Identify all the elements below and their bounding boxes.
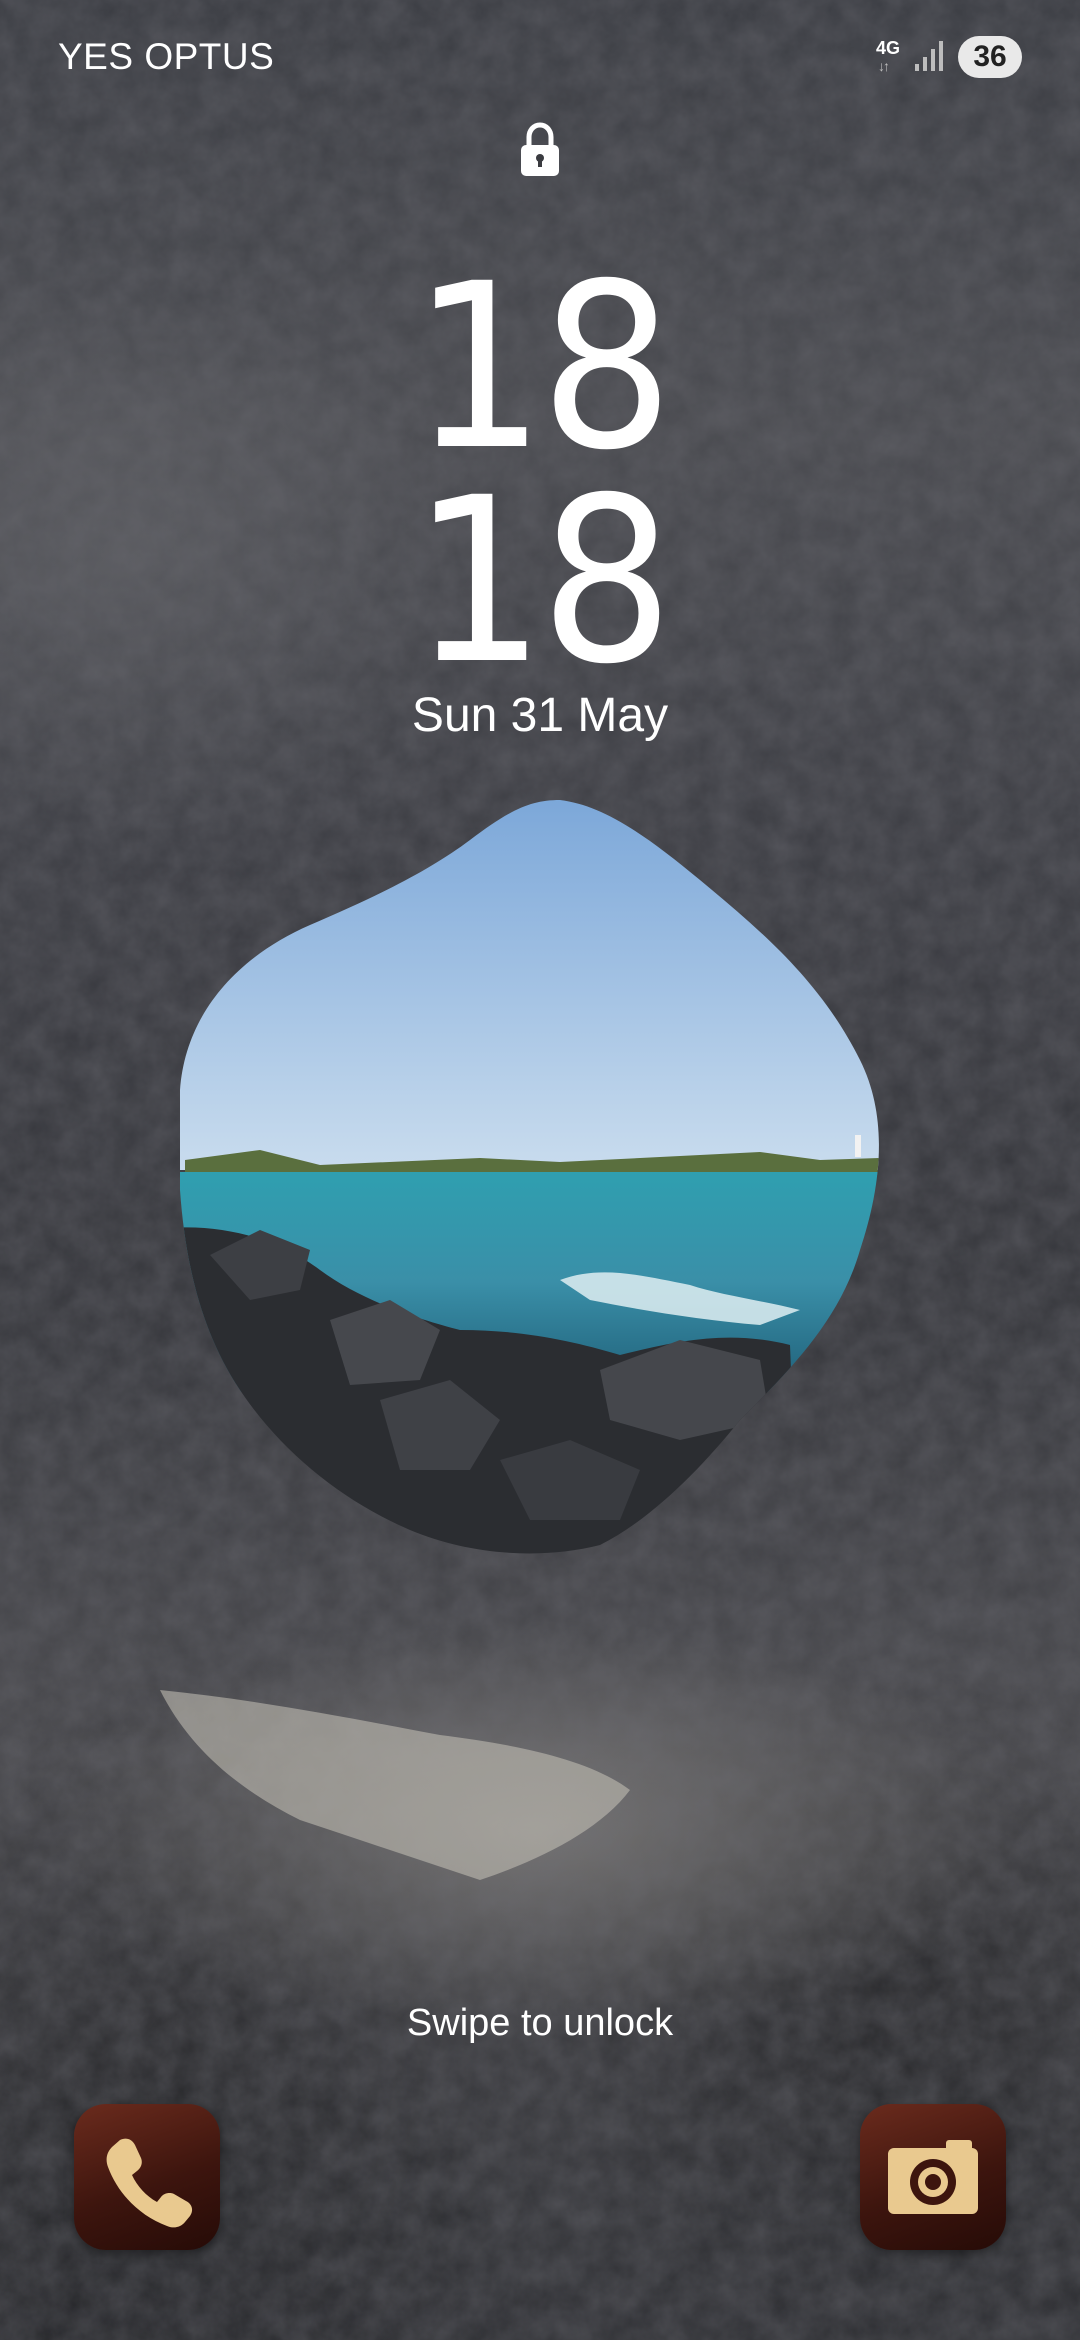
carrier-name: YES OPTUS <box>58 36 275 77</box>
clock-hours: 18 <box>0 234 1080 500</box>
camera-shortcut-button[interactable] <box>860 2104 1006 2250</box>
network-type-label: 4G <box>876 38 901 58</box>
lock-screen: YES OPTUS 4G ↓↑ 36 18 18 Sun 31 May Swip… <box>0 0 1080 2340</box>
signal-bars-icon <box>915 41 943 71</box>
phone-handset-icon <box>106 2138 193 2228</box>
data-activity-arrows: ↓↑ <box>878 58 890 74</box>
clock-minutes-text: 18 <box>412 448 673 714</box>
camera-icon <box>888 2140 978 2214</box>
date-label: Sun 31 May <box>411 689 669 742</box>
clock-hours-text: 18 <box>412 234 673 500</box>
clock-minutes: 18 <box>0 448 1080 714</box>
status-bar: YES OPTUS 4G ↓↑ 36 <box>0 0 1080 116</box>
battery-level-badge: 36 <box>958 36 1022 78</box>
phone-shortcut-button[interactable] <box>74 2104 220 2250</box>
padlock-icon <box>521 122 559 176</box>
swipe-to-unlock-hint: Swipe to unlock <box>406 2002 674 2044</box>
network-type-icon: 4G ↓↑ <box>876 38 908 78</box>
